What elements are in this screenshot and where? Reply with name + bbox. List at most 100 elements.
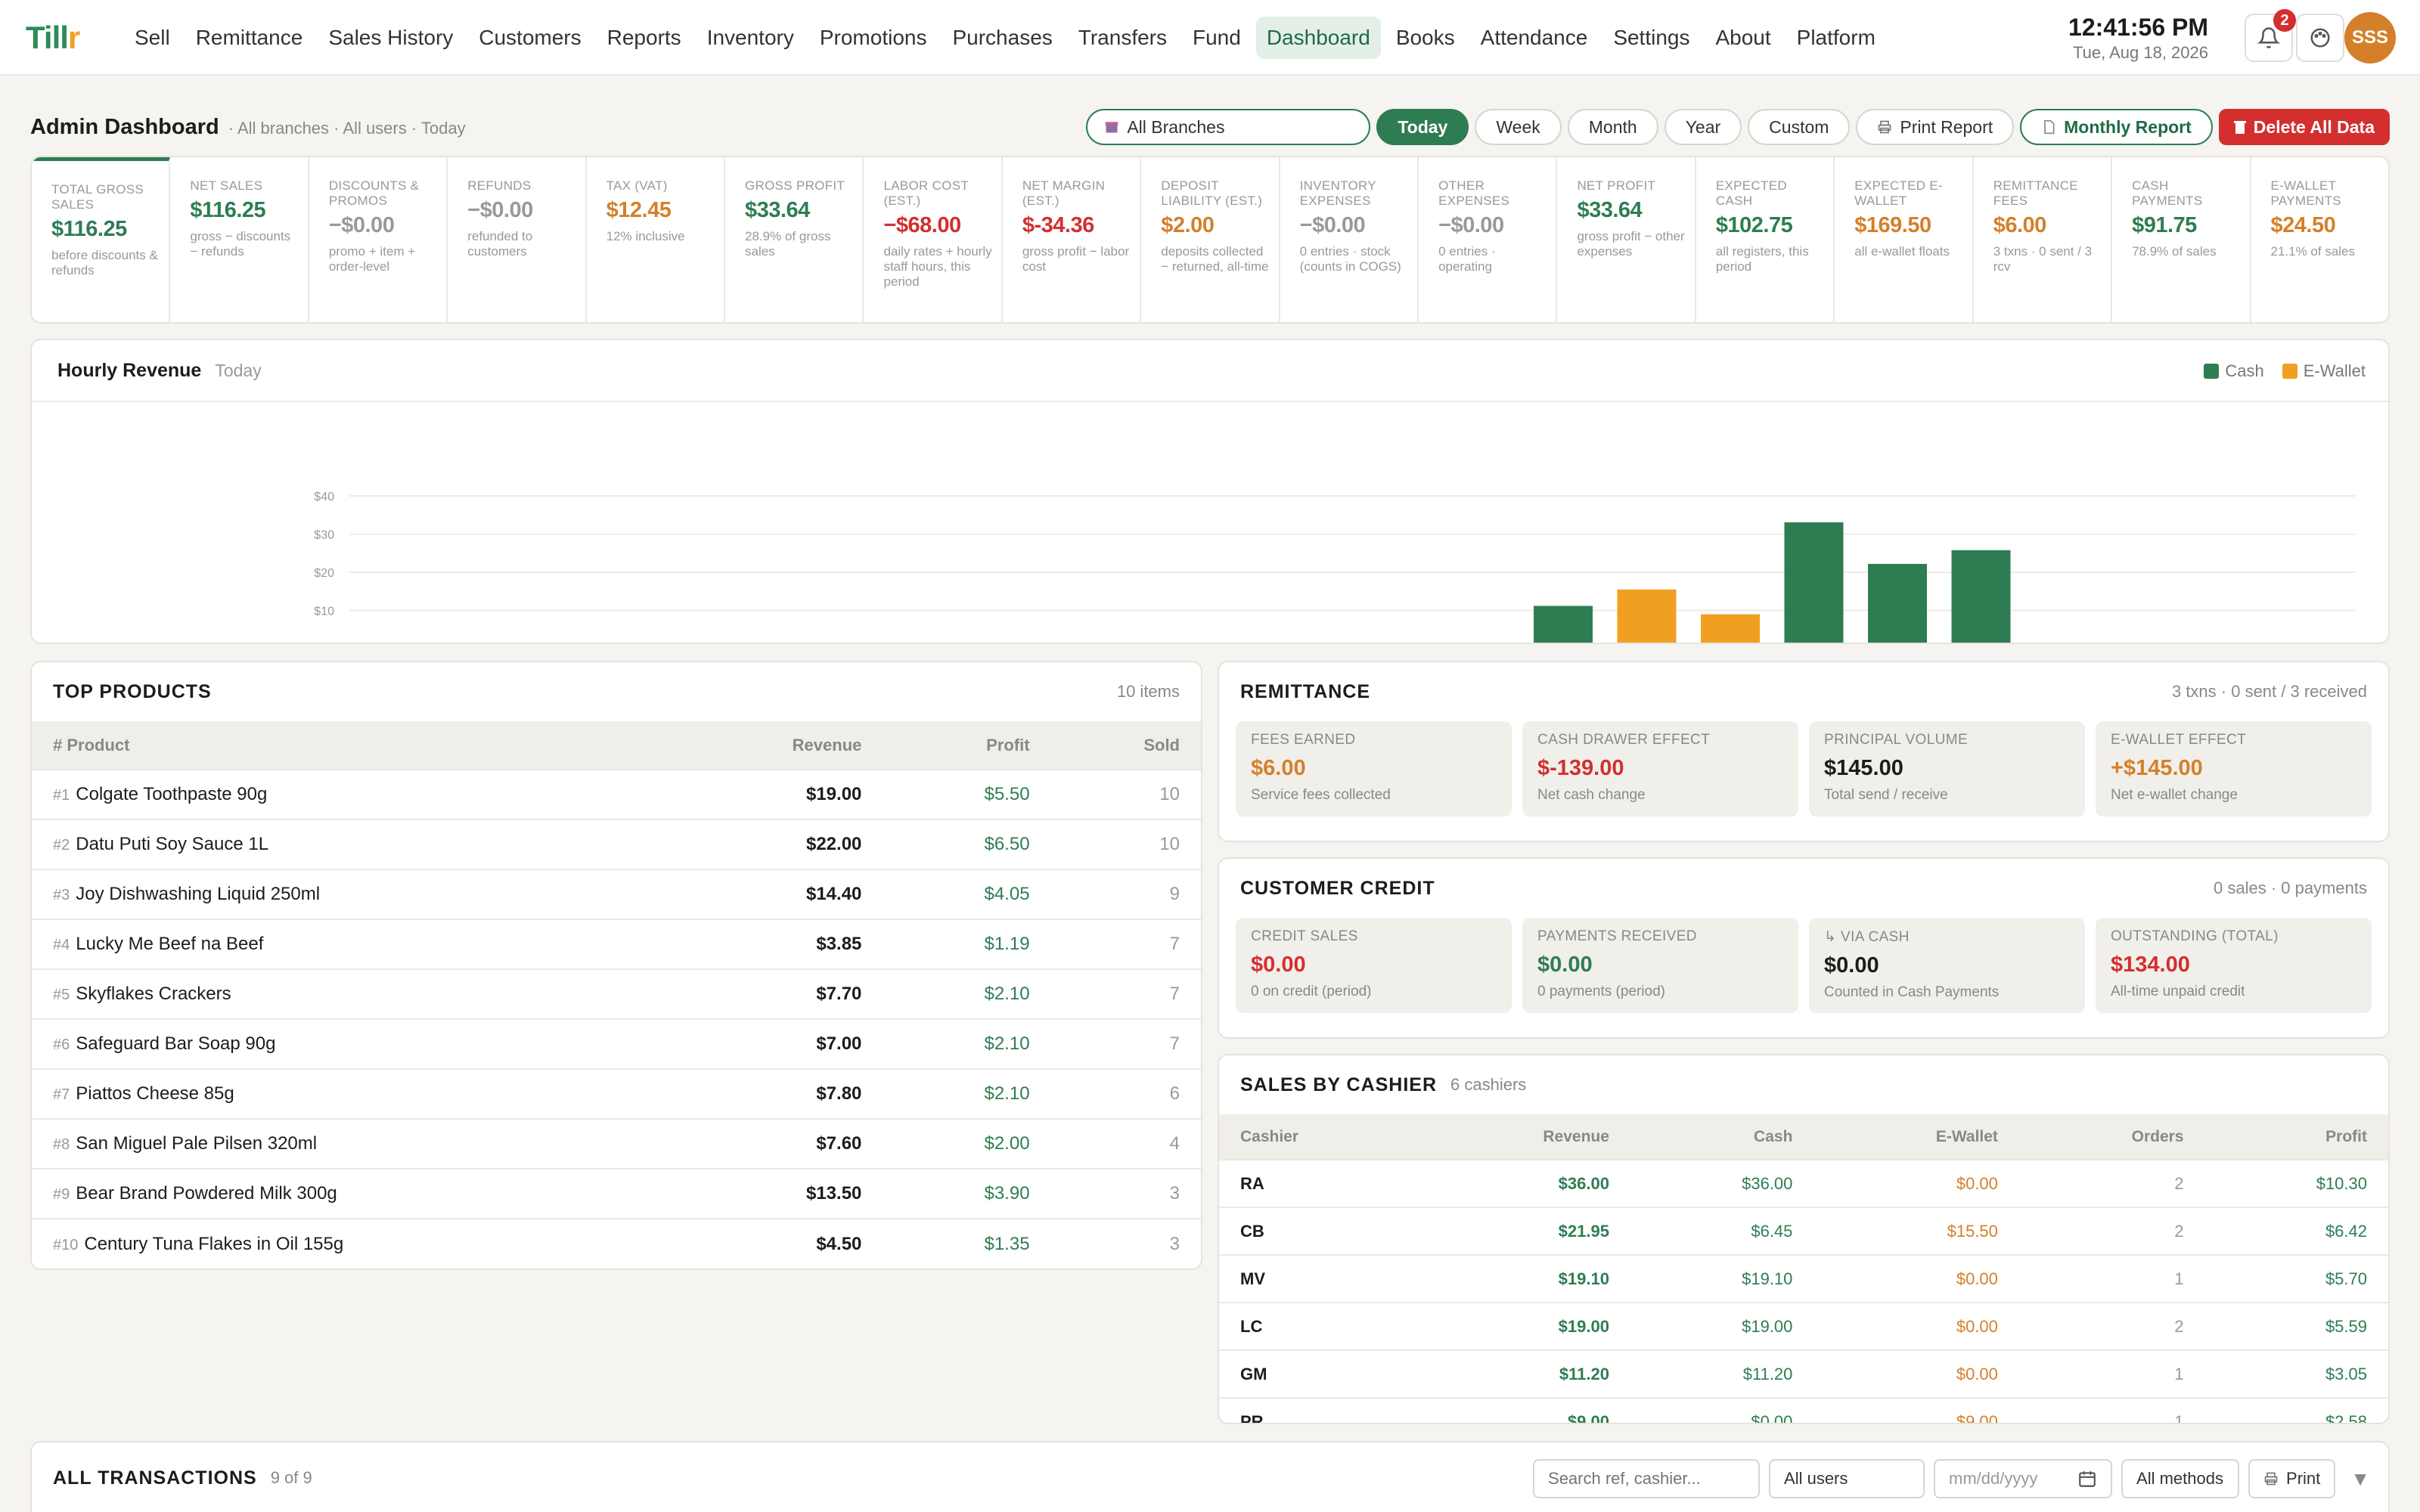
method-filter-select[interactable]: All methods [2121, 1459, 2240, 1498]
print-report-button[interactable]: Print Report [1856, 109, 2015, 145]
metric-label: Expected Cash [1715, 178, 1787, 208]
date-range-tabs: Today Week Month Year Custom [1376, 109, 1851, 145]
range-tab-custom[interactable]: Custom [1748, 109, 1851, 145]
column-header-cashier[interactable]: Cashier [1219, 1114, 1417, 1160]
date-filter-input[interactable]: mm/dd/yyyy [1934, 1459, 2113, 1498]
transactions-print-button[interactable]: Print [2248, 1459, 2336, 1498]
product-rank: #1 [53, 787, 70, 804]
table-row[interactable]: RA $36.00 $36.00 $0.00 2 $10.30 [1219, 1159, 2388, 1207]
branch-select[interactable]: All Branches [1086, 109, 1371, 145]
bar-hour-19[interactable] [1951, 550, 2011, 643]
table-row[interactable]: #5 Skyflakes Crackers $7.70 $2.10 7 [32, 968, 1201, 1019]
table-row[interactable]: #10 Century Tuna Flakes in Oil 155g $4.50 $… [32, 1218, 1201, 1269]
tile-hint: Counted in Cash Payments [1824, 984, 2000, 1000]
range-tab-week[interactable]: Week [1475, 109, 1562, 145]
table-row[interactable]: CB $21.95 $6.45 $15.50 2 $6.42 [1219, 1207, 2388, 1255]
tile-hint: Service fees collected [1251, 787, 1391, 803]
notifications-button[interactable]: 2 [2245, 9, 2296, 62]
nav-link-promotions[interactable]: Promotions [809, 17, 938, 59]
bar-hour-18[interactable] [1868, 563, 1927, 643]
bar-hour-14[interactable] [1534, 606, 1593, 643]
cashier-profit: $3.05 [2204, 1349, 2388, 1398]
nav-link-fund[interactable]: Fund [1182, 17, 1252, 59]
top-products-header: Top Products 10 items [32, 662, 1201, 721]
top-products-count: 10 items [1116, 682, 1180, 701]
nav-link-customers[interactable]: Customers [468, 17, 591, 59]
table-row[interactable]: LC $19.00 $19.00 $0.00 2 $5.59 [1219, 1302, 2388, 1350]
nav-link-reports[interactable]: Reports [597, 17, 692, 59]
table-row[interactable]: MV $19.10 $19.10 $0.00 1 $5.70 [1219, 1254, 2388, 1303]
all-transactions-card: All Transactions 9 of 9 All users mm/dd/… [30, 1441, 2390, 1512]
nav-link-remittance[interactable]: Remittance [185, 17, 314, 59]
column-header-sold[interactable]: Sold [1050, 721, 1201, 770]
theme-button[interactable] [2296, 14, 2344, 62]
column-header-profit[interactable]: Profit [883, 721, 1051, 770]
product-rank: #8 [53, 1136, 70, 1153]
table-row[interactable]: #2 Datu Puti Soy Sauce 1L $22.00 $6.50 10 [32, 819, 1201, 869]
chart-title: Hourly Revenue [57, 359, 202, 381]
table-row[interactable]: #6 Safeguard Bar Soap 90g $7.00 $2.10 7 [32, 1018, 1201, 1069]
nav-link-sell[interactable]: Sell [124, 17, 181, 59]
nav-link-books[interactable]: Books [1385, 17, 1466, 59]
cashier-profit: $5.70 [2204, 1254, 2388, 1303]
tile-credit-sales: Credit Sales $0.00 0 on credit (period) [1236, 918, 1512, 1013]
brand-logo[interactable]: Till r [26, 20, 80, 55]
delete-all-data-button[interactable]: Delete All Data [2218, 109, 2390, 145]
nav-link-attendance[interactable]: Attendance [1470, 17, 1599, 59]
branch-select-value: All Branches [1127, 116, 1225, 137]
column-header-revenue[interactable]: Revenue [1416, 1114, 1630, 1160]
print-report-label: Print Report [1900, 116, 1993, 137]
product-cell: #1 Colgate Toothpaste 90g [32, 769, 669, 820]
range-tab-today[interactable]: Today [1376, 109, 1469, 145]
nav-link-inventory[interactable]: Inventory [697, 17, 805, 59]
bar-hour-17[interactable] [1784, 522, 1844, 643]
nav-link-transfers[interactable]: Transfers [1068, 17, 1177, 59]
column-header-revenue[interactable]: Revenue [669, 721, 883, 770]
nav-link-settings[interactable]: Settings [1602, 17, 1700, 59]
user-avatar[interactable]: SSS [2344, 12, 2396, 64]
table-row[interactable]: #4 Lucky Me Beef na Beef $3.85 $1.19 7 [32, 919, 1201, 969]
column-header-orders[interactable]: Orders [2018, 1114, 2205, 1160]
printer-icon [2264, 1472, 2278, 1486]
column-header-cash[interactable]: Cash [1630, 1114, 1814, 1160]
cashier-orders: 1 [2018, 1254, 2205, 1303]
range-tab-year[interactable]: Year [1664, 109, 1742, 145]
table-row[interactable]: #8 San Miguel Pale Pilsen 320ml $7.60 $2.00… [32, 1118, 1201, 1169]
metric-label: Expected E-Wallet [1854, 178, 1943, 208]
tile-principal-volume: Principal Volume $145.00 Total send / rece… [1809, 721, 2085, 816]
nav-link-dashboard[interactable]: Dashboard [1255, 17, 1381, 59]
nav-link-sales-history[interactable]: Sales History [318, 17, 464, 59]
metric-remittance-fees: Remittance Fees $6.00 3 txns · 0 sent / 3 … [1974, 157, 2113, 322]
product-revenue: $22.00 [669, 819, 883, 869]
bar-hour-16[interactable] [1701, 614, 1760, 643]
tile-value: $0.00 [1824, 953, 1879, 978]
top-products-title: Top Products [53, 680, 212, 702]
user-filter-select[interactable]: All users [1769, 1459, 1925, 1498]
column-header-profit[interactable]: Profit [2204, 1114, 2388, 1160]
y-tick-label: $20 [314, 567, 334, 580]
sales-by-cashier-table: Cashier Revenue Cash E-Wallet Orders Profit R… [1219, 1114, 2388, 1423]
table-row[interactable]: #9 Bear Brand Powdered Milk 300g $13.50 $3.… [32, 1168, 1201, 1219]
sales-by-cashier-count: 6 cashiers [1450, 1075, 1527, 1094]
bar-hour-15[interactable] [1617, 589, 1677, 643]
metric-label: Net Margin (Est.) [1022, 178, 1106, 208]
nav-link-platform[interactable]: Platform [1786, 17, 1886, 59]
clock: 12:41:56 PM Tue, Aug 18, 2026 [2068, 14, 2208, 63]
nav-link-about[interactable]: About [1705, 17, 1781, 59]
column-header-e-wallet[interactable]: E-Wallet [1813, 1114, 2019, 1160]
cashier-name: LC [1219, 1302, 1417, 1350]
monthly-report-button[interactable]: Monthly Report [2020, 109, 2213, 145]
filter-toggle-icon[interactable]: ▼ [2350, 1467, 2370, 1491]
header-controls: All Branches Today Week Month Year Custom Pr… [1086, 109, 2390, 145]
table-row[interactable]: #7 Piattos Cheese 85g $7.80 $2.10 6 [32, 1068, 1201, 1119]
metric-gross-profit: Gross Profit $33.64 28.9% of gross sales [725, 157, 864, 322]
transaction-search-input[interactable] [1533, 1459, 1761, 1498]
column-header-product[interactable]: # Product [32, 721, 669, 770]
range-tab-month[interactable]: Month [1567, 109, 1658, 145]
table-row[interactable]: #3 Joy Dishwashing Liquid 250ml $14.40 $4.0… [32, 869, 1201, 919]
metric-label: Discounts & Promos [328, 178, 420, 208]
table-row[interactable]: PR $9.00 $0.00 $9.00 1 $2.58 [1219, 1397, 2388, 1423]
table-row[interactable]: GM $11.20 $11.20 $0.00 1 $3.05 [1219, 1349, 2388, 1398]
nav-link-purchases[interactable]: Purchases [942, 17, 1063, 59]
table-row[interactable]: #1 Colgate Toothpaste 90g $19.00 $5.50 10 [32, 769, 1201, 820]
